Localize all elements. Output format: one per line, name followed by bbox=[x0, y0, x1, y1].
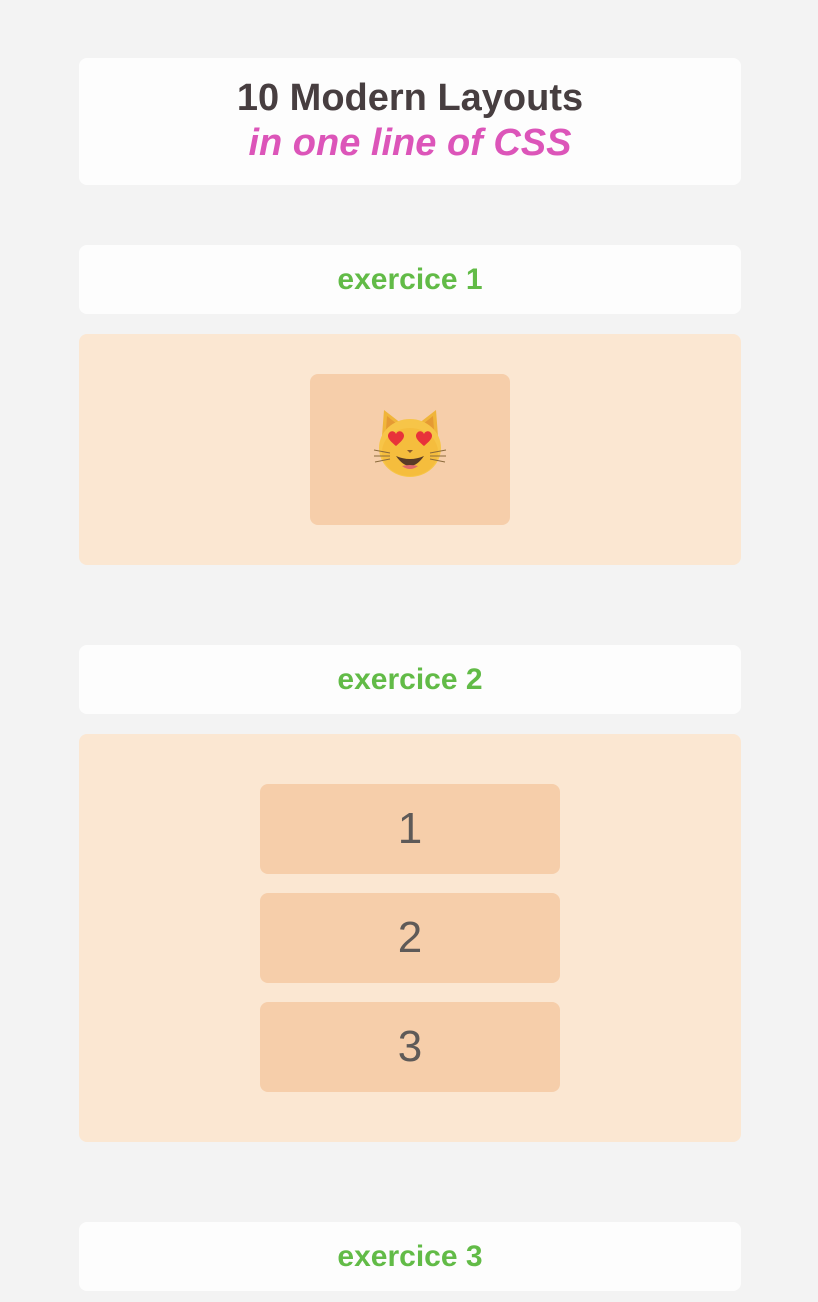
page-title: 10 Modern Layouts bbox=[236, 77, 584, 119]
exercise-3-header: exercice 3 bbox=[79, 1222, 741, 1291]
exercise-2-demo: 1 2 3 bbox=[79, 734, 741, 1142]
page: 10 Modern Layouts in one line of CSS exe… bbox=[0, 0, 818, 1302]
exercise-1-demo bbox=[79, 334, 741, 565]
centered-box bbox=[310, 374, 510, 525]
item-box-1: 1 bbox=[260, 784, 560, 874]
title-card: 10 Modern Layouts in one line of CSS bbox=[79, 58, 741, 185]
exercise-2-header: exercice 2 bbox=[79, 645, 741, 714]
page-subtitle: in one line of CSS bbox=[248, 122, 572, 164]
exercise-2-label: exercice 2 bbox=[337, 663, 483, 696]
item-box-2: 2 bbox=[260, 893, 560, 983]
item-box-3: 3 bbox=[260, 1002, 560, 1092]
exercise-3-label: exercice 3 bbox=[337, 1240, 483, 1273]
smiling-cat-heart-eyes-icon bbox=[373, 410, 447, 477]
exercise-1-label: exercice 1 bbox=[337, 263, 483, 296]
exercise-1-header: exercice 1 bbox=[79, 245, 741, 314]
